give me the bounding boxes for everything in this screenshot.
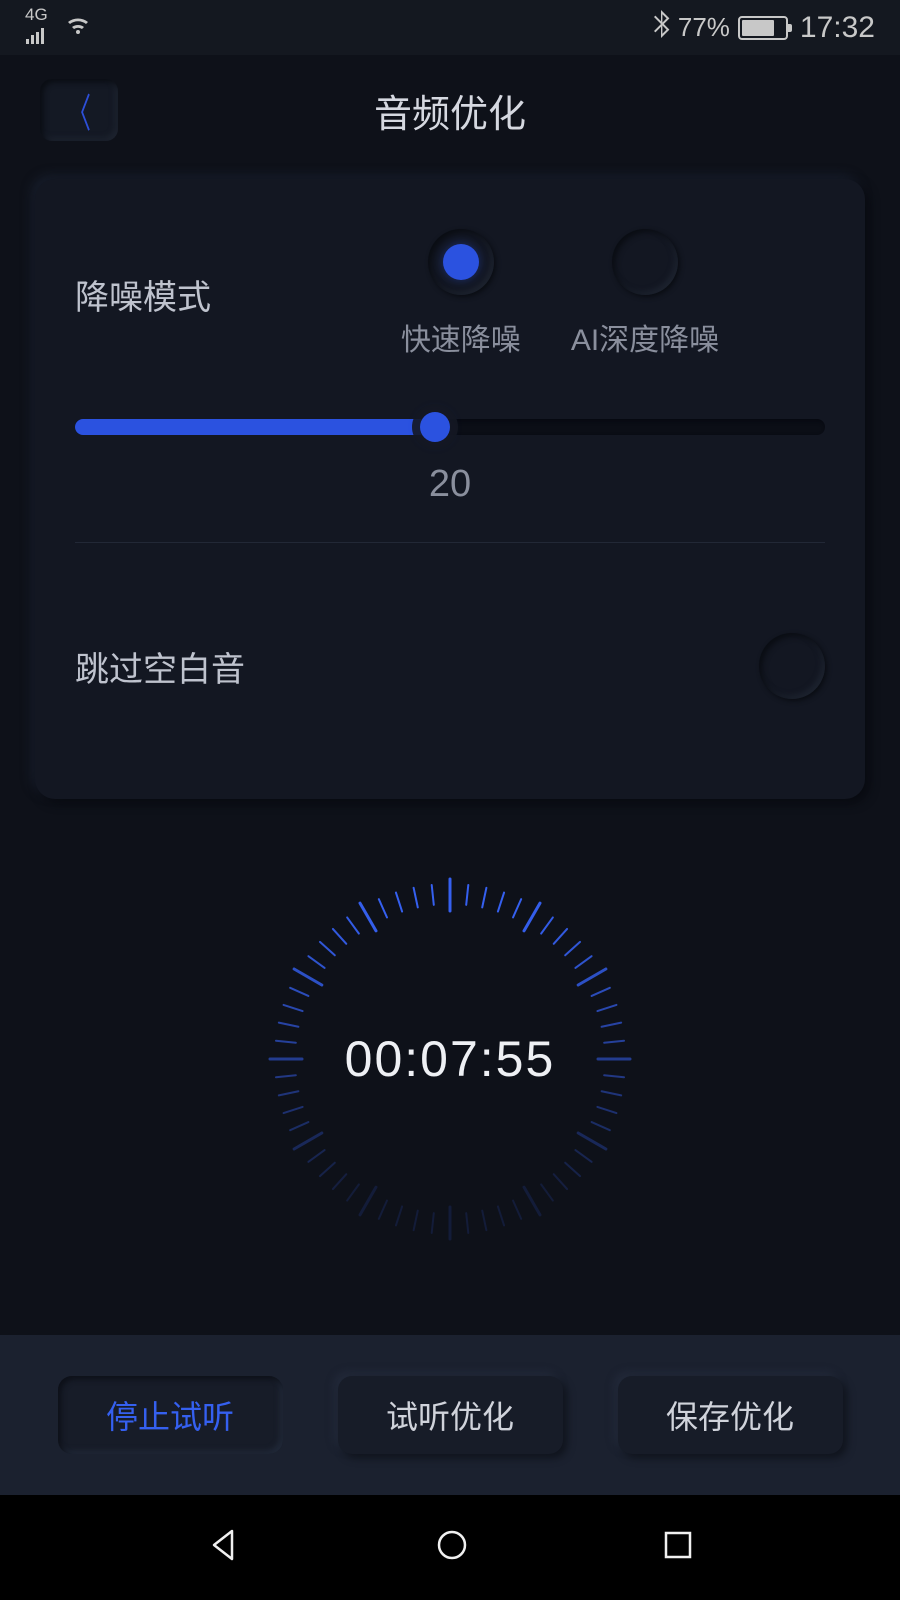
wifi-icon xyxy=(63,12,93,43)
radio-fast-noise-reduction[interactable]: 快速降噪 xyxy=(401,229,521,359)
slider-track xyxy=(75,419,825,435)
chevron-left-icon: 〈 xyxy=(67,81,91,139)
bluetooth-icon xyxy=(652,10,670,45)
nav-home-icon[interactable] xyxy=(434,1527,470,1568)
radio-circle-selected xyxy=(428,229,494,295)
skip-silence-row: 跳过空白音 xyxy=(75,633,825,699)
radio-ai-deep-label: AI深度降噪 xyxy=(571,315,719,359)
dial-ticks-icon xyxy=(260,869,640,1249)
noise-reduction-slider[interactable]: 20 xyxy=(75,419,825,506)
skip-silence-toggle[interactable] xyxy=(759,633,825,699)
timer-dial: 00:07:55 xyxy=(260,869,640,1249)
system-nav-bar xyxy=(0,1495,900,1600)
clock: 17:32 xyxy=(800,11,875,45)
save-optimize-button[interactable]: 保存优化 xyxy=(618,1376,843,1454)
nav-back-icon[interactable] xyxy=(206,1527,242,1568)
slider-value: 20 xyxy=(75,463,825,506)
noise-reduction-radio-group: 快速降噪 AI深度降噪 xyxy=(295,229,825,359)
page-title: 音频优化 xyxy=(374,83,526,138)
noise-reduction-row: 降噪模式 快速降噪 AI深度降噪 xyxy=(75,229,825,359)
slider-fill xyxy=(75,419,435,435)
settings-card: 降噪模式 快速降噪 AI深度降噪 20 跳过空白音 xyxy=(35,179,865,799)
header: 〈 音频优化 xyxy=(0,55,900,165)
nav-recent-icon[interactable] xyxy=(662,1529,694,1566)
skip-silence-label: 跳过空白音 xyxy=(75,642,245,691)
bottom-action-bar: 停止试听 试听优化 保存优化 xyxy=(0,1335,900,1495)
timer-dial-container: 00:07:55 xyxy=(0,869,900,1249)
battery-icon xyxy=(738,16,788,40)
divider xyxy=(75,542,825,543)
status-right: 77% 17:32 xyxy=(652,10,875,45)
back-button[interactable]: 〈 xyxy=(40,79,118,141)
status-bar: 4G 77% 17:32 xyxy=(0,0,900,55)
slider-thumb[interactable] xyxy=(420,412,450,442)
status-left: 4G xyxy=(25,6,93,49)
radio-circle xyxy=(612,229,678,295)
noise-reduction-label: 降噪模式 xyxy=(75,270,275,319)
radio-ai-deep-noise-reduction[interactable]: AI深度降噪 xyxy=(571,229,719,359)
network-indicator: 4G xyxy=(25,6,51,49)
preview-optimize-button[interactable]: 试听优化 xyxy=(338,1376,563,1454)
radio-fast-label: 快速降噪 xyxy=(401,315,521,359)
battery-percent: 77% xyxy=(678,12,730,43)
signal-icon xyxy=(25,23,51,49)
stop-preview-button[interactable]: 停止试听 xyxy=(58,1376,283,1454)
network-label: 4G xyxy=(25,6,48,23)
